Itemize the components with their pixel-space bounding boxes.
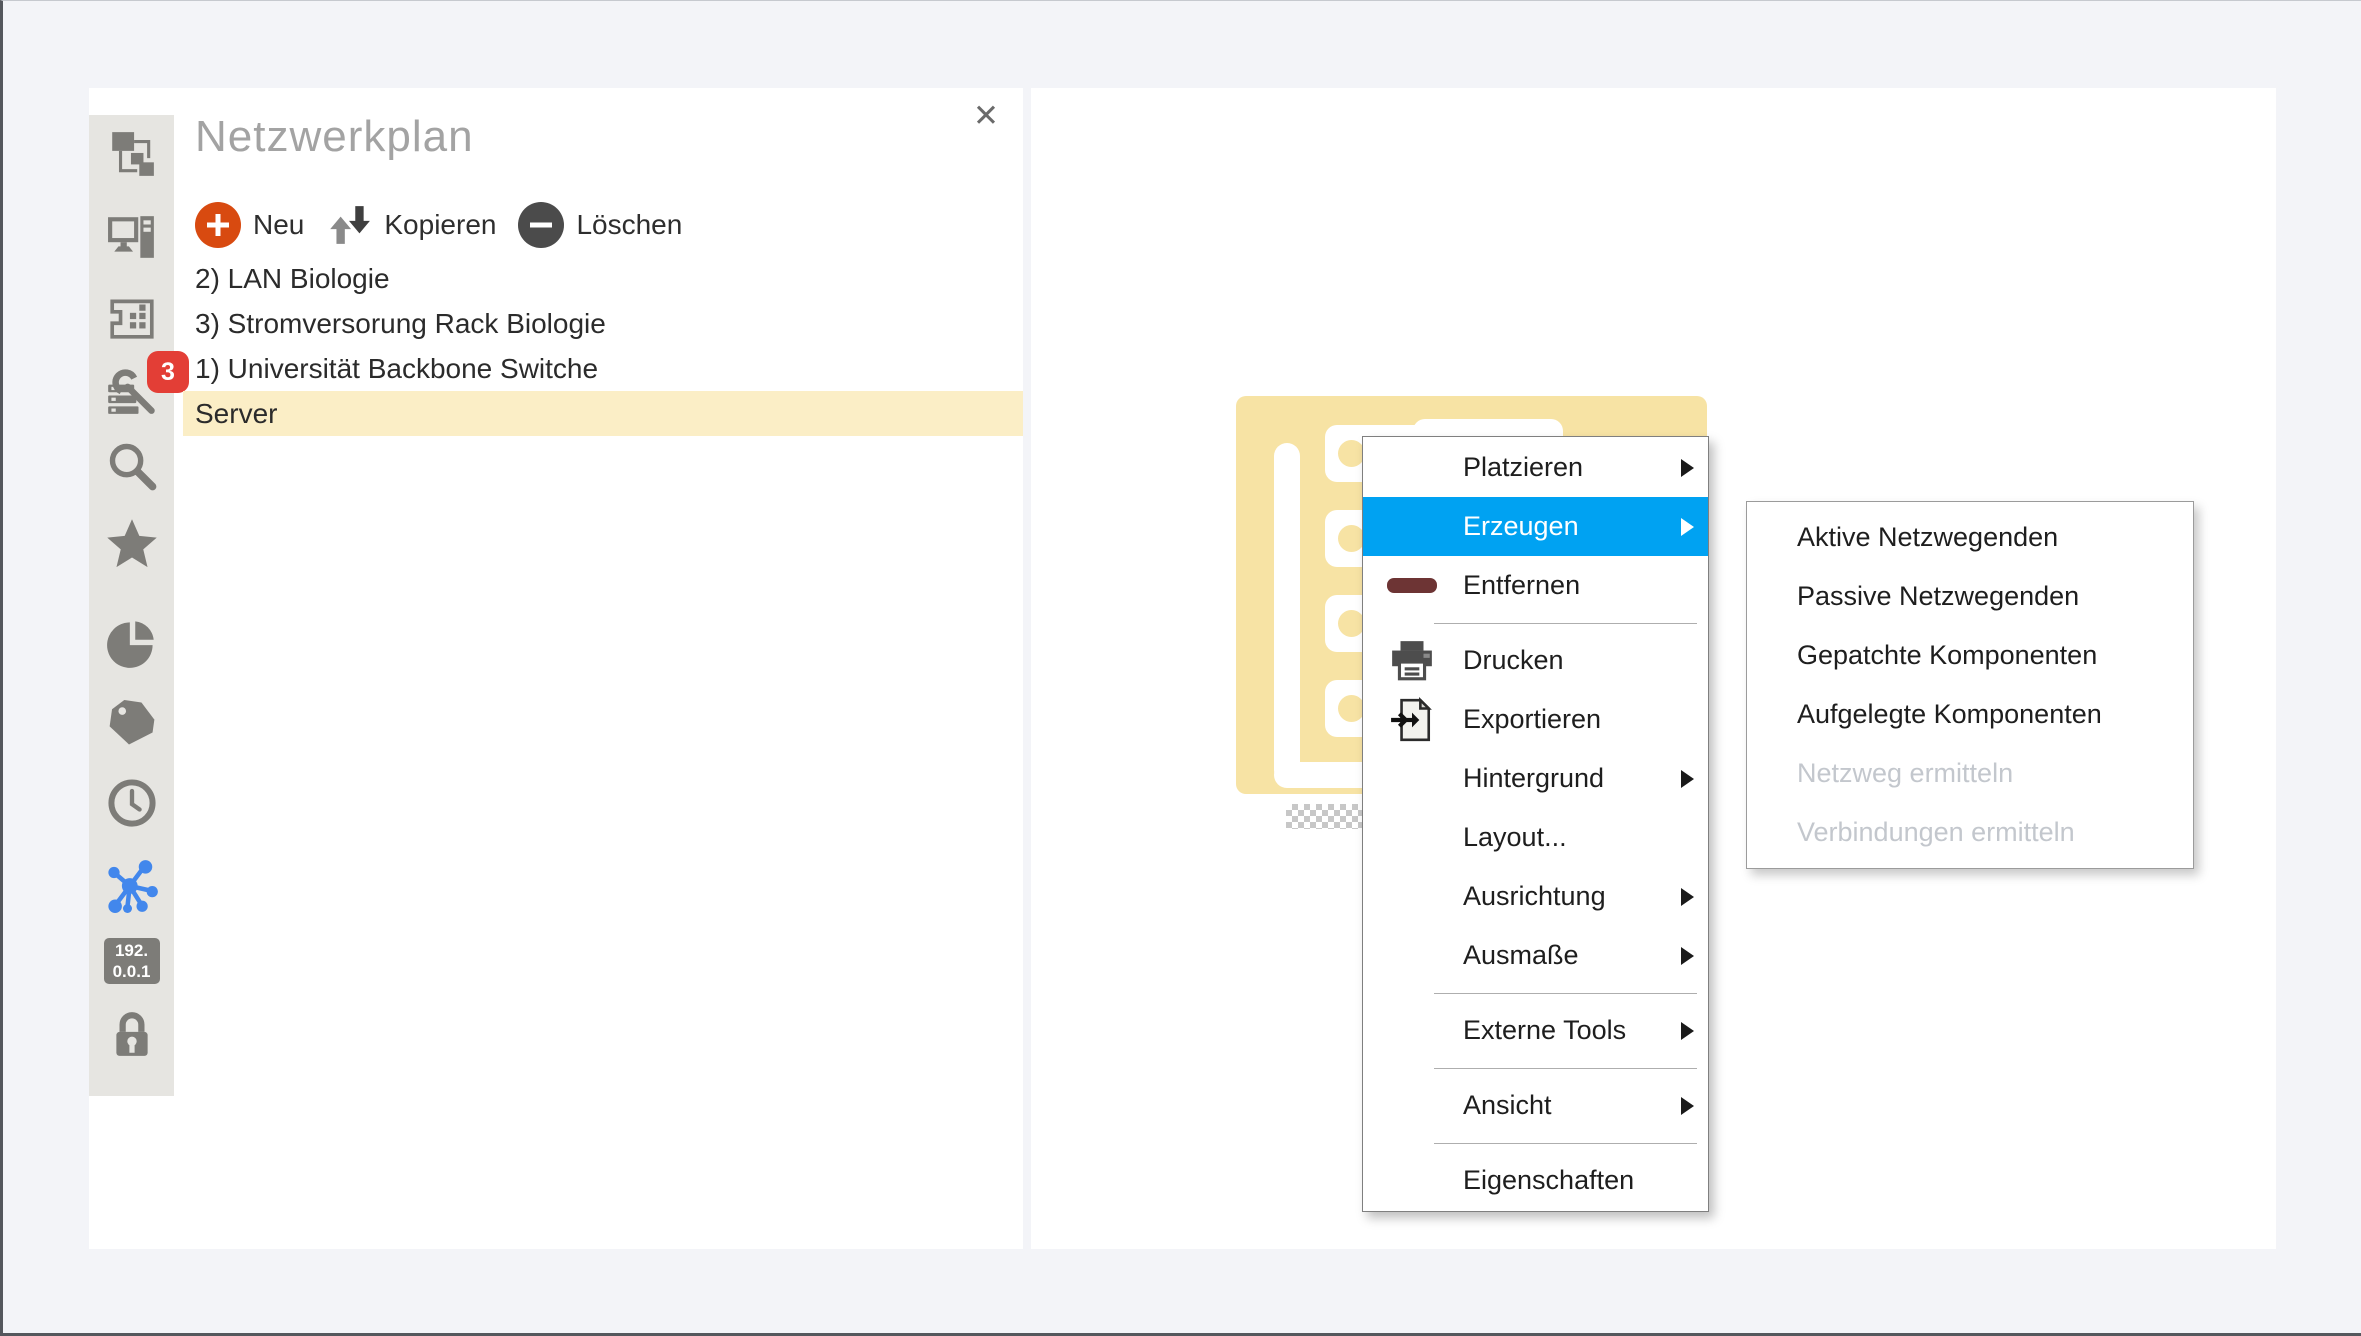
floor-plan-icon (107, 292, 157, 342)
sidebar-item-statistics[interactable] (89, 617, 174, 669)
submenu-item-verbindungen-ermitteln: Verbindungen ermitteln (1747, 803, 2193, 862)
submenu-item-aufgelegte-komponenten[interactable]: Aufgelegte Komponenten (1747, 685, 2193, 744)
menu-item-externe-tools[interactable]: Externe Tools (1363, 1001, 1708, 1060)
pie-chart-icon (106, 617, 158, 669)
menu-item-hintergrund[interactable]: Hintergrund (1363, 749, 1708, 808)
menu-item-drucken[interactable]: Drucken (1363, 631, 1708, 690)
list-item[interactable]: 1) Universität Backbone Switche (183, 346, 1023, 391)
topology-graph-icon (105, 859, 159, 913)
copy-arrows-icon (326, 202, 372, 248)
list-item[interactable]: 2) LAN Biologie (183, 256, 1023, 301)
list-item-selected[interactable]: Server (183, 391, 1023, 436)
menu-separator (1363, 1060, 1708, 1076)
menu-item-erzeugen[interactable]: Erzeugen (1363, 497, 1708, 556)
sidebar-item-labels[interactable] (89, 697, 174, 749)
lock-icon (107, 1009, 157, 1059)
submenu-arrow-icon (1681, 888, 1694, 906)
context-menu: Platzieren Erzeugen Entfernen (1362, 436, 1709, 1212)
panel-content: Netzwerkplan ✕ Neu Kopieren Löschen (174, 88, 1023, 1249)
plus-icon (195, 202, 241, 248)
workstation-icon (107, 212, 157, 262)
app-window: 3 (0, 0, 2361, 1336)
clock-icon (106, 777, 158, 829)
menu-item-ausmasse[interactable]: Ausmaße (1363, 926, 1708, 985)
server-glyph-bar (1274, 443, 1300, 783)
submenu-arrow-icon (1681, 947, 1694, 965)
close-icon[interactable]: ✕ (973, 100, 999, 131)
plan-toolbar: Neu Kopieren Löschen (195, 200, 682, 250)
menu-separator (1363, 985, 1708, 1001)
minus-icon (518, 202, 564, 248)
sidebar-item-ip-addresses[interactable]: 192. 0.0.1 (89, 935, 174, 987)
menu-item-layout[interactable]: Layout... (1363, 808, 1708, 867)
submenu-arrow-icon (1681, 459, 1694, 477)
plan-canvas[interactable]: Platzieren Erzeugen Entfernen (1031, 88, 2276, 1249)
plan-list: 2) LAN Biologie 3) Stromversorung Rack B… (183, 256, 1023, 436)
search-icon (106, 440, 158, 492)
copy-plan-button[interactable]: Kopieren (326, 202, 496, 248)
submenu-item-aktive-netzwegenden[interactable]: Aktive Netzwegenden (1747, 508, 2193, 567)
menu-separator (1363, 1135, 1708, 1151)
page-title: Netzwerkplan (195, 112, 1023, 162)
menu-item-eigenschaften[interactable]: Eigenschaften (1363, 1151, 1708, 1210)
sidebar-item-search[interactable] (89, 440, 174, 492)
printer-icon (1386, 638, 1438, 684)
sidebar-item-topology[interactable] (89, 860, 174, 912)
sidebar-item-maintenance[interactable]: 3 (89, 363, 174, 415)
sidebar-item-history[interactable] (89, 777, 174, 829)
icon-sidebar: 3 (89, 115, 174, 1096)
submenu-arrow-icon (1681, 1022, 1694, 1040)
tag-icon (106, 697, 158, 749)
menu-item-ausrichtung[interactable]: Ausrichtung (1363, 867, 1708, 926)
netzwerkplan-panel: 3 (89, 88, 1023, 1249)
submenu-item-passive-netzwegenden[interactable]: Passive Netzwegenden (1747, 567, 2193, 626)
sidebar-item-floor-plan[interactable] (89, 291, 174, 343)
sidebar-item-workstation[interactable] (89, 211, 174, 263)
delete-plan-button[interactable]: Löschen (518, 202, 682, 248)
sidebar-item-security[interactable] (89, 1008, 174, 1060)
remove-bar-icon (1386, 578, 1438, 593)
network-plan-icon (107, 129, 157, 179)
menu-item-exportieren[interactable]: Exportieren (1363, 690, 1708, 749)
star-icon (105, 517, 159, 571)
submenu-arrow-icon (1681, 518, 1694, 536)
submenu-arrow-icon (1681, 770, 1694, 788)
submenu-item-gepatchte-komponenten[interactable]: Gepatchte Komponenten (1747, 626, 2193, 685)
sidebar-item-network-plan[interactable] (89, 128, 174, 180)
submenu-item-netzweg-ermitteln: Netzweg ermitteln (1747, 744, 2193, 803)
menu-item-entfernen[interactable]: Entfernen (1363, 556, 1708, 615)
menu-separator (1363, 615, 1708, 631)
menu-item-ansicht[interactable]: Ansicht (1363, 1076, 1708, 1135)
ip-address-icon: 192. 0.0.1 (104, 938, 160, 984)
submenu-arrow-icon (1681, 1097, 1694, 1115)
erzeugen-submenu: Aktive Netzwegenden Passive Netzwegenden… (1746, 501, 2194, 869)
list-item[interactable]: 3) Stromversorung Rack Biologie (183, 301, 1023, 346)
sidebar-item-favorites[interactable] (89, 518, 174, 570)
new-plan-button[interactable]: Neu (195, 202, 304, 248)
export-document-icon (1386, 697, 1438, 743)
menu-item-platzieren[interactable]: Platzieren (1363, 438, 1708, 497)
